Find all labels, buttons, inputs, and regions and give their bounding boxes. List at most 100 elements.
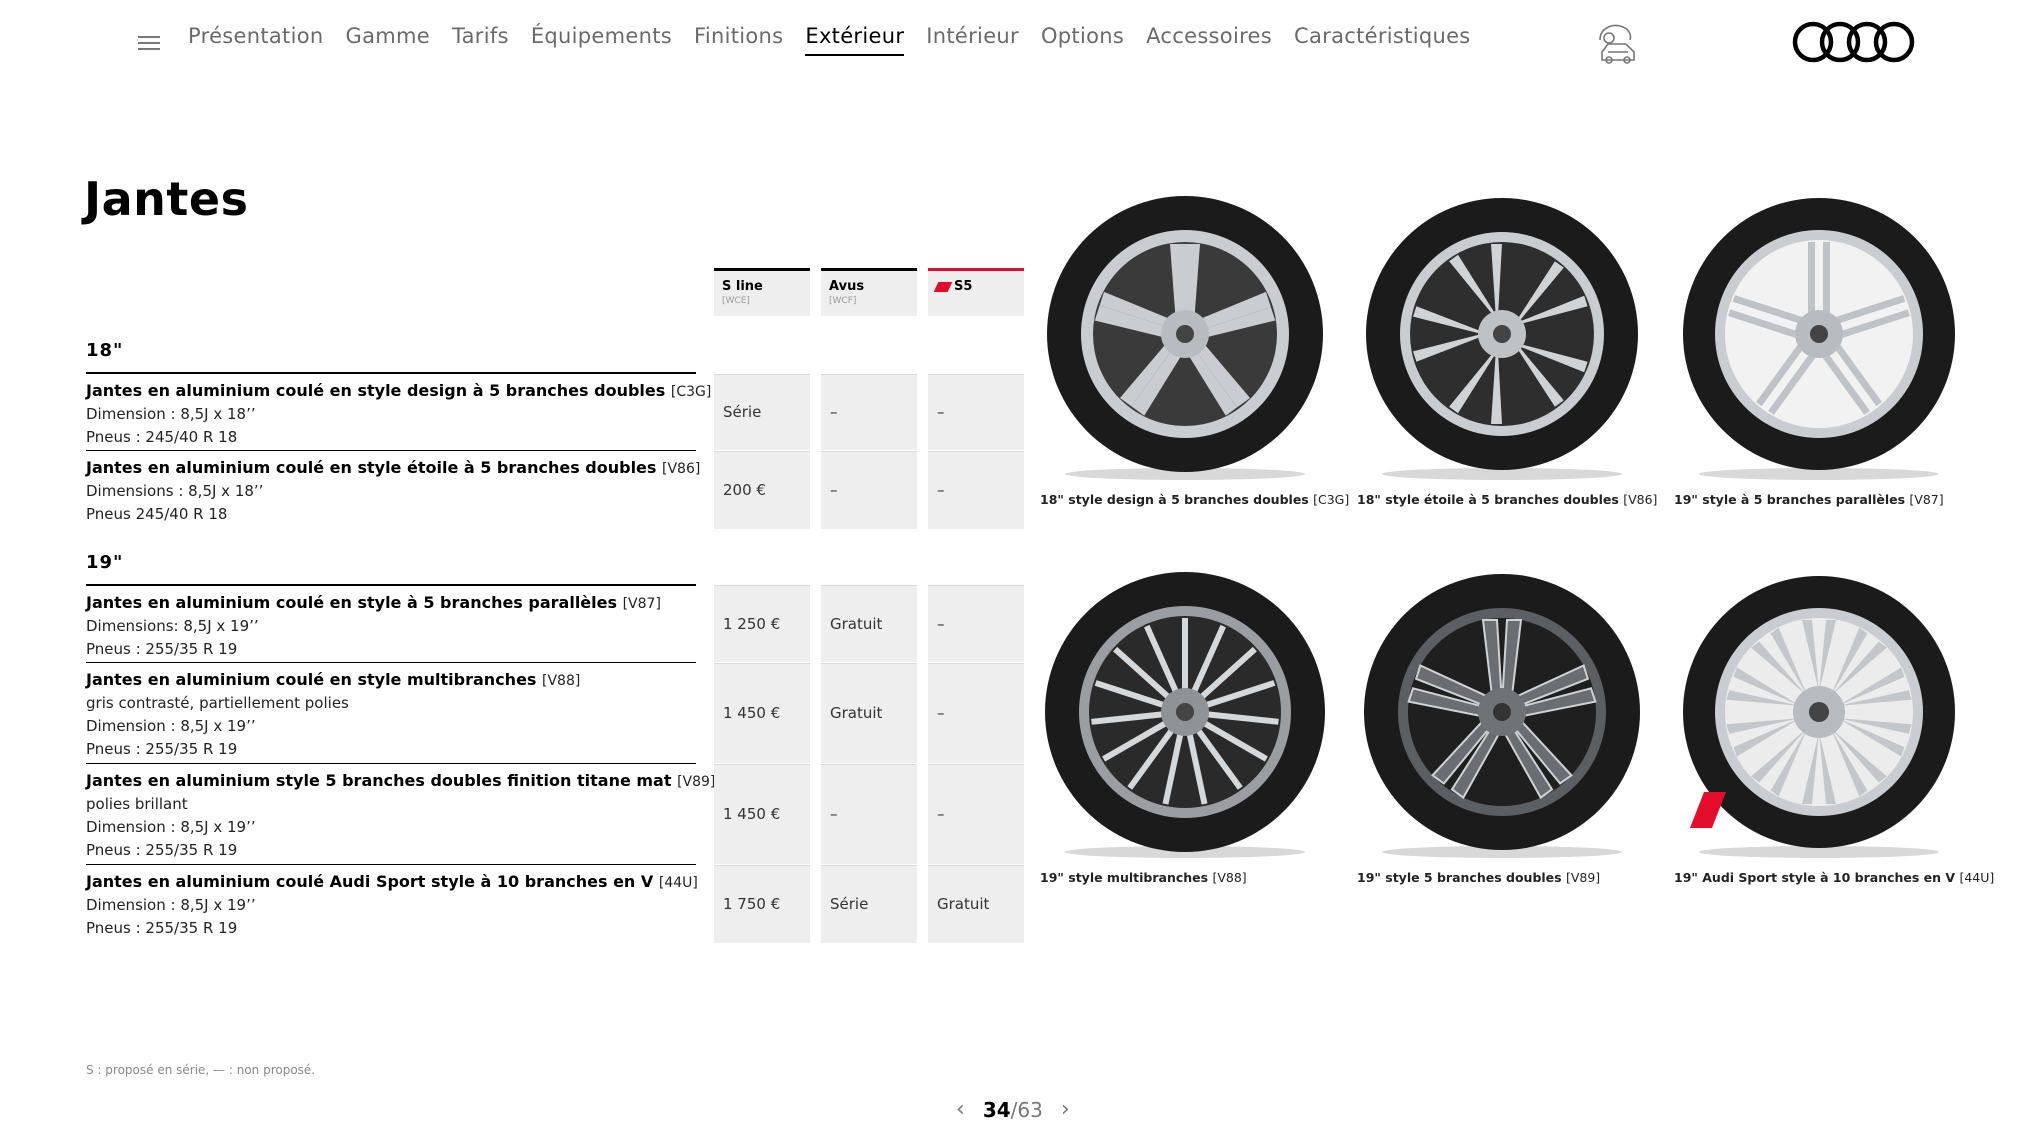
table-cell: Gratuit (928, 865, 1024, 943)
nav-item-interieur[interactable]: Intérieur (926, 24, 1019, 56)
wheel-card-v86: 18" style étoile à 5 branches doubles [V… (1357, 194, 1657, 507)
row-detail: Dimensions: 8,5J x 19’’ (86, 617, 259, 635)
row-title: Jantes en aluminium coulé en style étoil… (86, 458, 657, 477)
row-detail: Pneus : 255/35 R 19 (86, 740, 238, 758)
nav-item-equipements[interactable]: Équipements (531, 24, 672, 56)
nav-item-presentation[interactable]: Présentation (188, 24, 324, 56)
wheel-caption: 19" style à 5 branches parallèles (1674, 492, 1906, 507)
table-row: Jantes en aluminium coulé en style multi… (86, 662, 696, 763)
table-cell: 200 € (714, 451, 810, 529)
wheel-card-44u: 19" Audi Sport style à 10 branches en V … (1674, 572, 1994, 885)
wheel-code: [V87] (1909, 492, 1944, 507)
row-code: [V88] (542, 673, 581, 689)
column-name: Avus (829, 279, 865, 294)
wheel-code: [V89] (1565, 870, 1601, 885)
row-title: Jantes en aluminium coulé en style multi… (86, 670, 537, 689)
row-title: Jantes en aluminium coulé en style desig… (86, 381, 666, 400)
nav-item-exterieur[interactable]: Extérieur (805, 24, 905, 56)
wheel-5-star-icon (1366, 198, 1638, 480)
table-cell: – (821, 764, 917, 864)
wheel-caption: 19" Audi Sport style à 10 branches en V (1674, 870, 1956, 885)
row-detail: Dimensions : 8,5J x 18’’ (86, 482, 264, 500)
table-cell: 1 450 € (714, 764, 810, 864)
table-row: Jantes en aluminium coulé Audi Sport sty… (86, 864, 698, 942)
wheel-5-parallel-icon (1683, 198, 1955, 480)
column-header-avus: Avus [WCF] (821, 268, 917, 316)
wheel-10-v-spoke-icon (1683, 576, 1955, 858)
row-title: Jantes en aluminium coulé Audi Sport sty… (86, 872, 654, 891)
table-cell: 1 750 € (714, 865, 810, 943)
audi-rings-logo[interactable] (1792, 20, 1916, 64)
row-title: Jantes en aluminium coulé en style à 5 b… (86, 593, 618, 612)
group-label-18: 18" (86, 340, 124, 361)
total-pages: /63 (1010, 1098, 1043, 1122)
row-detail: Dimension : 8,5J x 19’’ (86, 896, 256, 914)
column-header-s5: S5 (928, 268, 1024, 316)
row-detail: Dimension : 8,5J x 18’’ (86, 405, 256, 423)
row-detail: gris contrasté, partiellement polies (86, 694, 349, 712)
row-detail: Dimension : 8,5J x 19’’ (86, 818, 256, 836)
row-detail: Pneus : 255/35 R 19 (86, 841, 238, 859)
row-detail: Pneus : 245/40 R 18 (86, 428, 238, 446)
current-page: 34 (982, 1098, 1011, 1122)
wheel-card-v88: 19" style multibranches [V88] (1040, 572, 1330, 885)
wheel-caption: 18" style étoile à 5 branches doubles (1357, 492, 1619, 507)
row-detail: polies brillant (86, 795, 188, 813)
page-title: Jantes (84, 172, 249, 226)
top-navigation: Présentation Gamme Tarifs Équipements Fi… (0, 0, 2040, 84)
table-cell: – (928, 764, 1024, 864)
table-cell: – (928, 663, 1024, 763)
wheel-caption: 19" style multibranches (1040, 870, 1209, 885)
wheel-card-v89: 19" style 5 branches doubles [V89] (1357, 572, 1647, 885)
configurator-car-icon[interactable] (1592, 18, 1642, 66)
column-header-s-line: S line [WCE] (714, 268, 810, 316)
nav-item-caracteristiques[interactable]: Caractéristiques (1294, 24, 1471, 56)
row-code: [V87] (622, 596, 661, 612)
column-name: S line (722, 279, 763, 294)
footnote: S : proposé en série, — : non proposé. (86, 1063, 316, 1077)
column-code: [WCF] (829, 296, 857, 306)
table-cell: Gratuit (821, 585, 917, 662)
table-cell: 1 450 € (714, 663, 810, 763)
nav-item-options[interactable]: Options (1041, 24, 1124, 56)
nav-item-finitions[interactable]: Finitions (694, 24, 783, 56)
row-code: [44U] (658, 875, 698, 891)
wheel-code: [C3G] (1313, 492, 1350, 507)
wheel-caption: 18" style design à 5 branches doubles (1040, 492, 1309, 507)
table-row: Jantes en aluminium coulé en style desig… (86, 372, 711, 450)
wheel-caption: 19" style 5 branches doubles (1357, 870, 1562, 885)
wheel-code: [44U] (1959, 870, 1995, 885)
hamburger-menu-icon[interactable] (138, 36, 160, 50)
row-detail: Pneus : 255/35 R 19 (86, 640, 238, 658)
wheel-5-double-spoke-icon (1047, 196, 1323, 480)
table-cell: Série (714, 374, 810, 450)
table-cell: Série (821, 865, 917, 943)
nav-item-tarifs[interactable]: Tarifs (452, 24, 509, 56)
table-row: Jantes en aluminium coulé en style étoil… (86, 450, 700, 528)
row-code: [C3G] (670, 384, 712, 400)
audi-sport-red-mark (1690, 792, 1726, 828)
row-code: [V86] (662, 461, 701, 477)
table-cell: – (821, 451, 917, 529)
nav-item-accessoires[interactable]: Accessoires (1146, 24, 1272, 56)
group-label-19: 19" (86, 552, 124, 573)
wheel-card-c3g: 18" style design à 5 branches doubles [C… (1040, 194, 1349, 507)
row-detail: Pneus 245/40 R 18 (86, 505, 228, 523)
table-cell: – (928, 451, 1024, 529)
wheel-multi-spoke-icon (1045, 572, 1325, 858)
nav-menu: Présentation Gamme Tarifs Équipements Fi… (188, 24, 1471, 56)
previous-page-icon[interactable]: ‹ (956, 1099, 965, 1121)
table-cell: 1 250 € (714, 585, 810, 662)
wheel-code: [V86] (1623, 492, 1658, 507)
pagination: ‹ 34/63 › (956, 1098, 1070, 1122)
wheel-5-double-titanium-icon (1364, 574, 1640, 858)
table-cell: – (821, 374, 917, 450)
wheel-code: [V88] (1212, 870, 1247, 885)
next-page-icon[interactable]: › (1061, 1099, 1070, 1121)
row-detail: Pneus : 255/35 R 19 (86, 919, 238, 937)
nav-item-gamme[interactable]: Gamme (346, 24, 430, 56)
column-name: S5 (954, 279, 973, 294)
table-cell: – (928, 374, 1024, 450)
table-cell: Gratuit (821, 663, 917, 763)
table-row: Jantes en aluminium style 5 branches dou… (86, 763, 715, 864)
